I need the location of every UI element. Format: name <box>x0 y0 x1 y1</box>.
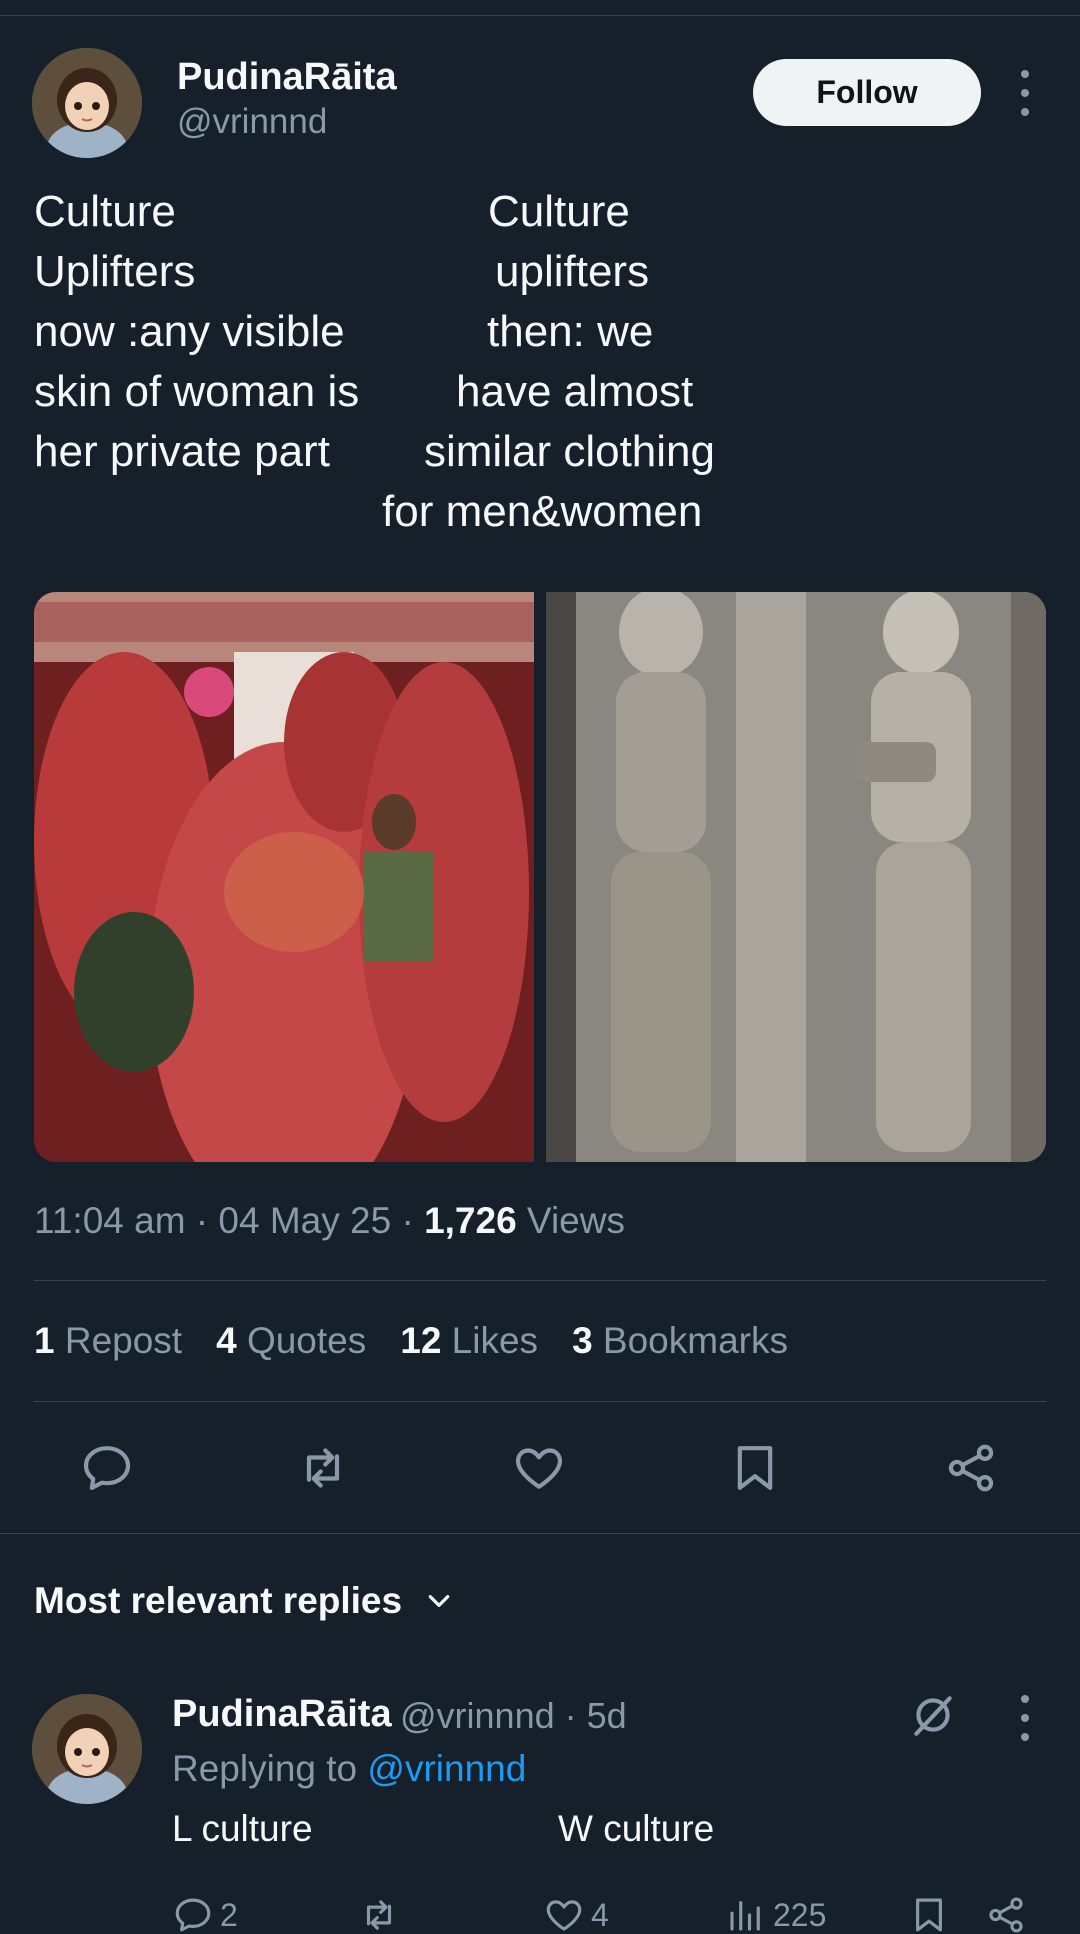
reposts-label: Repost <box>54 1320 183 1361</box>
like-button[interactable] <box>509 1438 569 1498</box>
reply-meta: @vrinnnd · 5d <box>400 1695 627 1736</box>
post-image-women-in-red-veils[interactable] <box>34 592 534 1162</box>
replies-sort-dropdown[interactable]: Most relevant replies <box>34 1580 454 1622</box>
post-text-line: now :any visible <box>34 307 345 356</box>
bookmarks-count: 3 <box>572 1320 593 1361</box>
post-text-line: for men&women <box>382 487 703 536</box>
post-text-line: uplifters <box>495 247 650 296</box>
repost-button[interactable] <box>293 1438 353 1498</box>
chevron-down-icon <box>428 1595 450 1607</box>
heart-icon <box>546 1900 582 1931</box>
post-text-line: Uplifters <box>34 247 196 296</box>
post-text-line: Culture <box>488 187 630 236</box>
post-text-line: skin of woman is <box>34 367 360 416</box>
reply-likes-count: 4 <box>591 1896 609 1933</box>
bookmarks-stat[interactable]: 3 Bookmarks <box>572 1320 788 1362</box>
share-button[interactable] <box>941 1438 1001 1498</box>
post-text-line: have almost <box>456 367 694 416</box>
bookmark-button[interactable] <box>725 1438 785 1498</box>
share-icon <box>948 1444 994 1492</box>
reply-text-right: W culture <box>558 1808 715 1849</box>
post-text-line: her private part <box>34 427 330 476</box>
reply-author-name[interactable]: PudinaRāita <box>172 1693 392 1736</box>
reply-reply-button[interactable]: 2 <box>172 1895 238 1934</box>
quotes-count: 4 <box>216 1320 237 1361</box>
likes-count: 12 <box>400 1320 442 1361</box>
reply-views-button[interactable]: 225 <box>725 1895 826 1934</box>
share-icon <box>989 1897 1023 1933</box>
views-label: Views <box>516 1200 625 1241</box>
bookmark-icon <box>916 1898 942 1932</box>
quotes-label: Quotes <box>236 1320 367 1361</box>
reply-bookmark-button[interactable] <box>908 1895 950 1934</box>
quotes-stat[interactable]: 4 Quotes <box>216 1320 366 1362</box>
reposts-stat[interactable]: 1 Repost <box>34 1320 182 1362</box>
bookmarks-label: Bookmarks <box>592 1320 788 1361</box>
reply-replies-count: 2 <box>220 1896 238 1933</box>
replying-prefix: Replying to <box>172 1748 368 1789</box>
reply-views-count: 225 <box>773 1896 827 1933</box>
post-text-line: similar clothing <box>424 427 715 476</box>
views-count: 1,726 <box>424 1200 517 1241</box>
replying-to-link[interactable]: @vrinnnd <box>367 1748 526 1789</box>
divider <box>34 1280 1046 1281</box>
reply-more-options-icon[interactable] <box>1015 1695 1035 1741</box>
grok-slash-icon[interactable] <box>908 1690 958 1740</box>
follow-button[interactable]: Follow <box>753 59 981 126</box>
top-divider <box>0 15 1080 16</box>
reply-icon <box>83 1446 131 1490</box>
reply-repost-button[interactable] <box>358 1895 400 1934</box>
views-chart-icon <box>730 1901 760 1931</box>
divider <box>0 1533 1080 1534</box>
post-text-line: then: we <box>487 307 654 356</box>
author-name[interactable]: PudinaRāita <box>177 56 397 99</box>
reply-like-button[interactable]: 4 <box>543 1895 609 1934</box>
author-avatar[interactable] <box>32 48 142 158</box>
heart-icon <box>515 1448 563 1489</box>
reply-button[interactable] <box>77 1438 137 1498</box>
reply-share-button[interactable] <box>985 1895 1027 1934</box>
reply-icon <box>175 1898 211 1932</box>
post-time: 11:04 am · 04 May 25 · <box>34 1200 425 1241</box>
more-options-icon[interactable] <box>1015 70 1035 116</box>
author-handle[interactable]: @vrinnnd <box>177 102 327 142</box>
reply-text-left: L culture <box>172 1808 313 1849</box>
repost-icon <box>366 1900 392 1930</box>
post-text-line: Culture <box>34 187 176 236</box>
post-image-temple-sculptures[interactable] <box>546 592 1046 1162</box>
likes-label: Likes <box>441 1320 539 1361</box>
reply-author-avatar[interactable] <box>32 1694 142 1804</box>
post-timestamp: 11:04 am · 04 May 25 · 1,726 Views <box>34 1200 625 1242</box>
divider <box>34 1401 1046 1402</box>
bookmark-icon <box>737 1446 773 1490</box>
reposts-count: 1 <box>34 1320 55 1361</box>
repost-icon <box>306 1448 340 1488</box>
replies-header-label: Most relevant replies <box>34 1580 403 1621</box>
replying-to: Replying to @vrinnnd <box>172 1748 526 1790</box>
post-stats: 1 Repost 4 Quotes 12 Likes 3 Bookmarks <box>34 1320 788 1362</box>
likes-stat[interactable]: 12 Likes <box>400 1320 538 1362</box>
